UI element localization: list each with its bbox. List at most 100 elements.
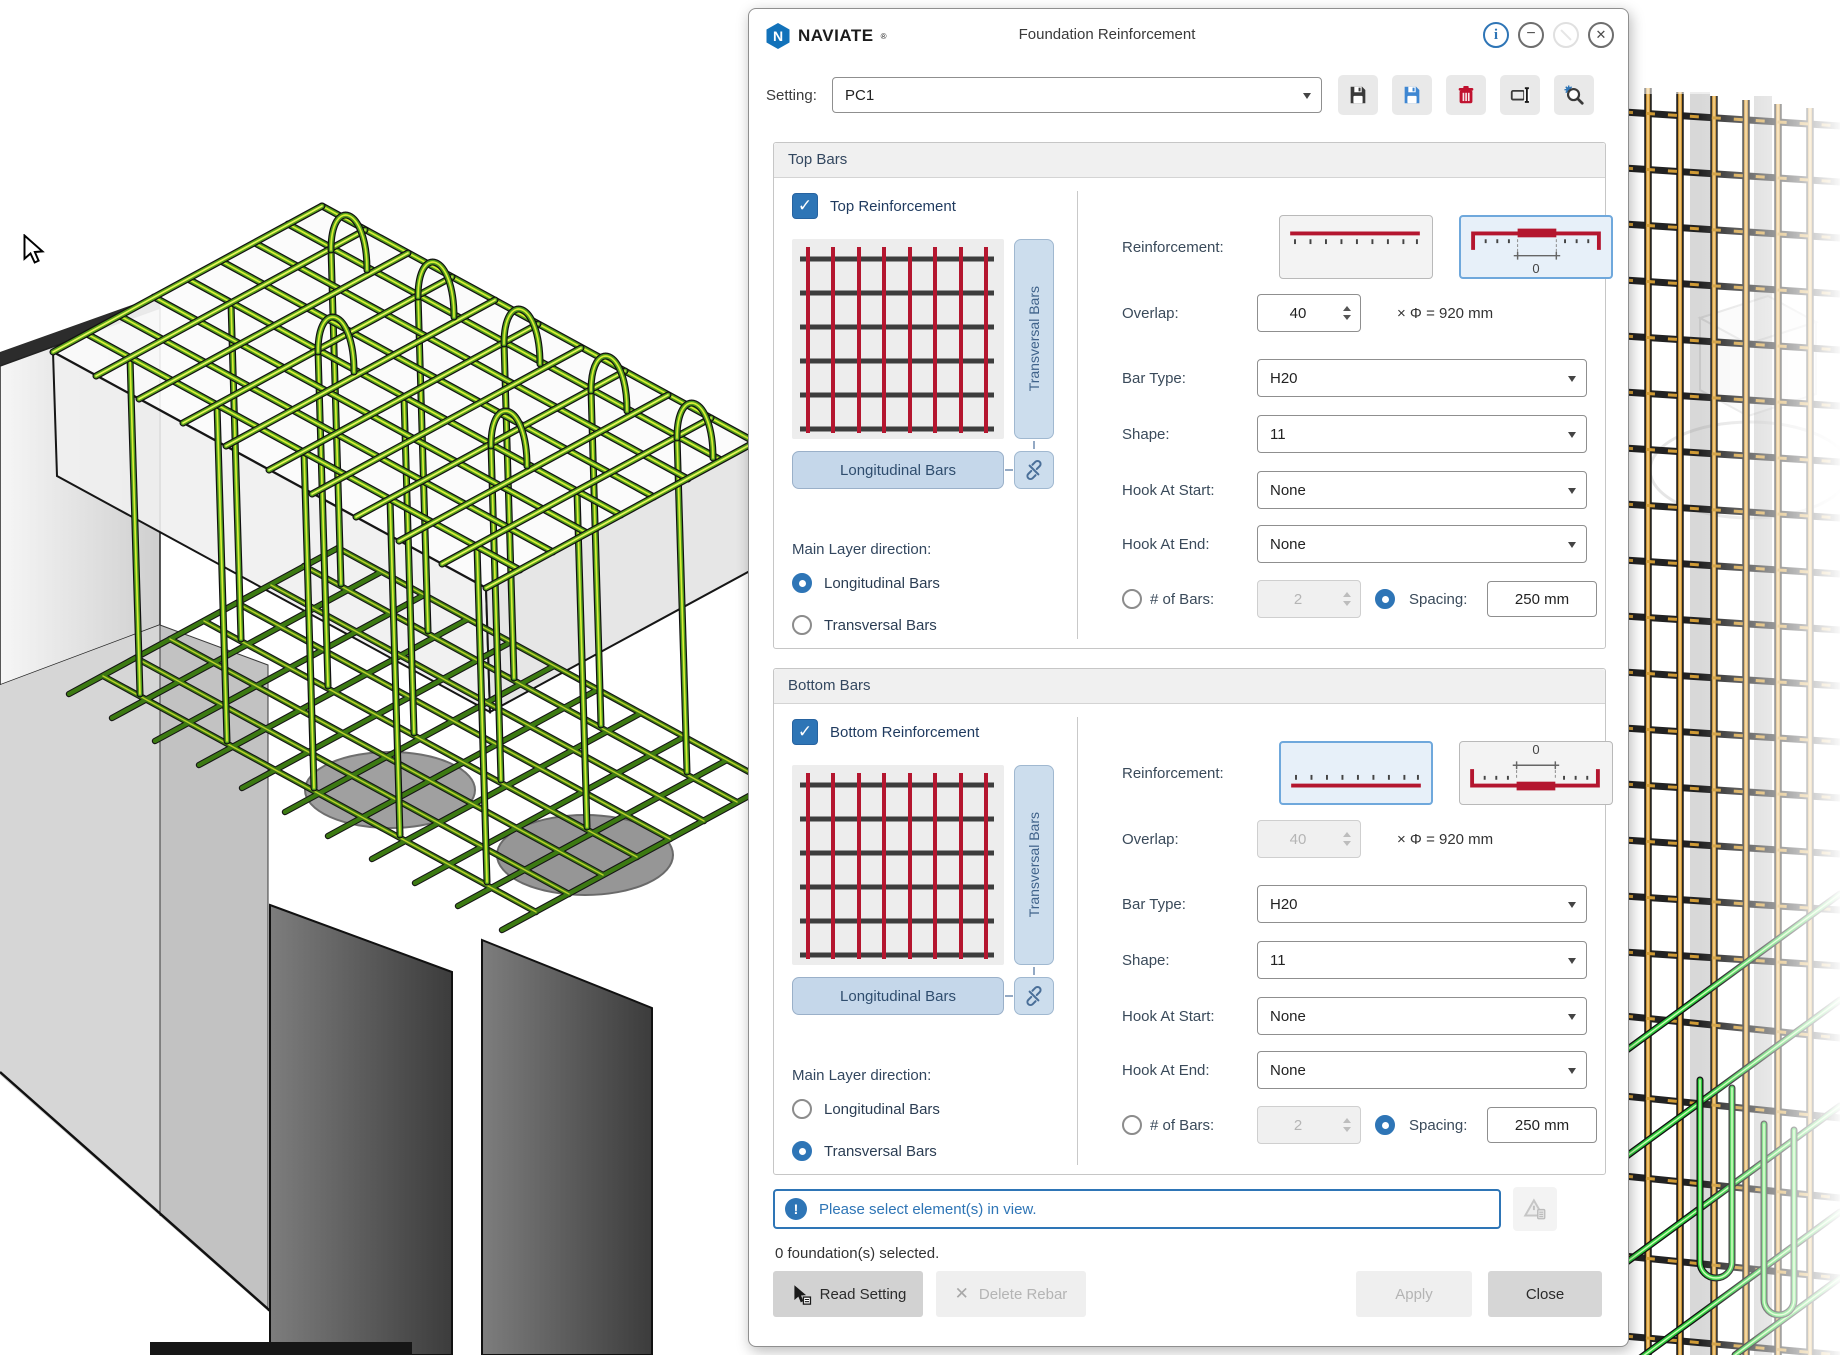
- svg-text:N: N: [773, 28, 783, 44]
- spinner-arrows-icon: [1338, 832, 1356, 846]
- info-icon[interactable]: [1483, 22, 1509, 48]
- rebar-grid-image: [792, 765, 1004, 965]
- disabled-circle-icon[interactable]: [1553, 22, 1579, 48]
- bottom-bars-group-title: Bottom Bars: [774, 669, 1605, 704]
- shape-select[interactable]: 11: [1257, 415, 1587, 453]
- naviate-logo: N NAVIATE®: [765, 22, 887, 50]
- save-as-setting-button[interactable]: [1392, 75, 1432, 115]
- warnings-button[interactable]: [1513, 1187, 1557, 1231]
- overlap-value: 40: [1258, 305, 1338, 322]
- overlap-spinner[interactable]: 40: [1257, 820, 1361, 858]
- divider: [1077, 191, 1078, 639]
- hook-at-end-value: None: [1270, 536, 1306, 553]
- num-bars-radio[interactable]: [1122, 589, 1142, 609]
- longitudinal-bars-button[interactable]: Longitudinal Bars: [792, 451, 1004, 489]
- straight-bar-diagram: [1281, 743, 1431, 803]
- link-layers-button[interactable]: [1014, 977, 1054, 1015]
- transversal-bars-tab-label: Transversal Bars: [1026, 286, 1042, 391]
- spinner-arrows-icon[interactable]: [1338, 306, 1356, 320]
- dialog-title: Foundation Reinforcement: [1019, 26, 1196, 43]
- num-bars-radio[interactable]: [1122, 1115, 1142, 1135]
- spacing-input[interactable]: 250 mm: [1487, 1107, 1597, 1143]
- spacing-radio[interactable]: [1375, 1115, 1395, 1135]
- concrete-pile: [270, 905, 452, 1355]
- hook-at-end-label: Hook At End:: [1122, 1062, 1257, 1079]
- foundation-reinforcement-dialog: N NAVIATE® Foundation Reinforcement Sett…: [748, 8, 1629, 1347]
- search-gear-icon: [1563, 84, 1585, 106]
- rename-setting-button[interactable]: [1500, 75, 1540, 115]
- save-setting-button[interactable]: [1338, 75, 1378, 115]
- dialog-titlebar[interactable]: N NAVIATE® Foundation Reinforcement: [749, 9, 1628, 61]
- transversal-bars-tab[interactable]: Transversal Bars: [1014, 765, 1054, 965]
- close-button[interactable]: Close: [1488, 1271, 1602, 1317]
- spacing-radio[interactable]: [1375, 589, 1395, 609]
- num-bars-label: # of Bars:: [1150, 1117, 1257, 1134]
- save-as-icon: [1401, 84, 1423, 106]
- main-layer-transversal-radio[interactable]: Transversal Bars: [792, 1141, 937, 1161]
- reinforcement-hooked-option-selected[interactable]: 0: [1459, 215, 1613, 279]
- overlap-label: Overlap:: [1122, 831, 1257, 848]
- chevron-down-icon: [1568, 432, 1576, 438]
- chevron-down-icon: [1568, 1068, 1576, 1074]
- overlap-spinner[interactable]: 40: [1257, 294, 1361, 332]
- divider: [1077, 717, 1078, 1165]
- alert-circle-icon: [785, 1198, 807, 1220]
- bar-type-select[interactable]: H20: [1257, 359, 1587, 397]
- hook-at-start-select[interactable]: None: [1257, 997, 1587, 1035]
- reinforcement-straight-option[interactable]: [1279, 215, 1433, 279]
- delete-setting-button[interactable]: [1446, 75, 1486, 115]
- hook-at-start-value: None: [1270, 1008, 1306, 1025]
- main-layer-direction-label: Main Layer direction:: [792, 1067, 931, 1084]
- rename-icon: [1509, 84, 1531, 106]
- naviate-hexagon-icon: N: [765, 22, 791, 50]
- straight-bar-diagram: [1280, 216, 1430, 276]
- brand-mark: ®: [881, 32, 887, 41]
- shape-value: 11: [1270, 952, 1286, 969]
- read-setting-button[interactable]: Read Setting: [773, 1271, 923, 1317]
- save-icon: [1347, 84, 1369, 106]
- setting-select[interactable]: PC1: [832, 77, 1322, 113]
- bar-type-select[interactable]: H20: [1257, 885, 1587, 923]
- spacing-label: Spacing:: [1409, 1117, 1487, 1134]
- radio-selected-icon: [792, 573, 812, 593]
- radio-label: Transversal Bars: [824, 617, 937, 634]
- warning-report-icon: [1522, 1196, 1548, 1222]
- num-bars-spinner[interactable]: 2: [1257, 580, 1361, 618]
- delete-rebar-button[interactable]: Delete Rebar: [936, 1271, 1086, 1317]
- apply-button[interactable]: Apply: [1356, 1271, 1472, 1317]
- hook-at-end-value: None: [1270, 1062, 1306, 1079]
- spacing-input[interactable]: 250 mm: [1487, 581, 1597, 617]
- shape-select[interactable]: 11: [1257, 941, 1587, 979]
- broken-link-icon: [1023, 985, 1045, 1007]
- num-bars-spinner[interactable]: 2: [1257, 1106, 1361, 1144]
- radio-icon: [792, 615, 812, 635]
- connector-dash: [1033, 967, 1035, 975]
- spinner-arrows-icon: [1338, 1118, 1356, 1132]
- num-bars-value: 2: [1258, 591, 1338, 608]
- main-layer-longitudinal-radio[interactable]: Longitudinal Bars: [792, 1099, 940, 1119]
- overlap-formula: × Φ = 920 mm: [1397, 831, 1493, 848]
- bottom-reinforcement-checkbox[interactable]: Bottom Reinforcement: [792, 719, 979, 745]
- overlap-label: Overlap:: [1122, 305, 1257, 322]
- hook-at-end-select[interactable]: None: [1257, 525, 1587, 563]
- status-message: Please select element(s) in view.: [819, 1201, 1037, 1218]
- close-icon[interactable]: [1588, 22, 1614, 48]
- link-layers-button[interactable]: [1014, 451, 1054, 489]
- num-bars-label: # of Bars:: [1150, 591, 1257, 608]
- transversal-bars-tab[interactable]: Transversal Bars: [1014, 239, 1054, 439]
- longitudinal-bars-button[interactable]: Longitudinal Bars: [792, 977, 1004, 1015]
- spacing-label: Spacing:: [1409, 591, 1487, 608]
- reinforcement-hooked-option[interactable]: 0: [1459, 741, 1613, 805]
- hook-at-end-label: Hook At End:: [1122, 536, 1257, 553]
- reinforcement-straight-option-selected[interactable]: [1279, 741, 1433, 805]
- hook-at-start-select[interactable]: None: [1257, 471, 1587, 509]
- top-reinforcement-label: Top Reinforcement: [830, 198, 956, 215]
- minimize-icon[interactable]: [1518, 22, 1544, 48]
- preview-setting-button[interactable]: [1554, 75, 1594, 115]
- shape-value: 11: [1270, 426, 1286, 443]
- main-layer-transversal-radio[interactable]: Transversal Bars: [792, 615, 937, 635]
- hook-at-end-select[interactable]: None: [1257, 1051, 1587, 1089]
- main-layer-longitudinal-radio[interactable]: Longitudinal Bars: [792, 573, 940, 593]
- chevron-down-icon: [1568, 488, 1576, 494]
- top-reinforcement-checkbox[interactable]: Top Reinforcement: [792, 193, 956, 219]
